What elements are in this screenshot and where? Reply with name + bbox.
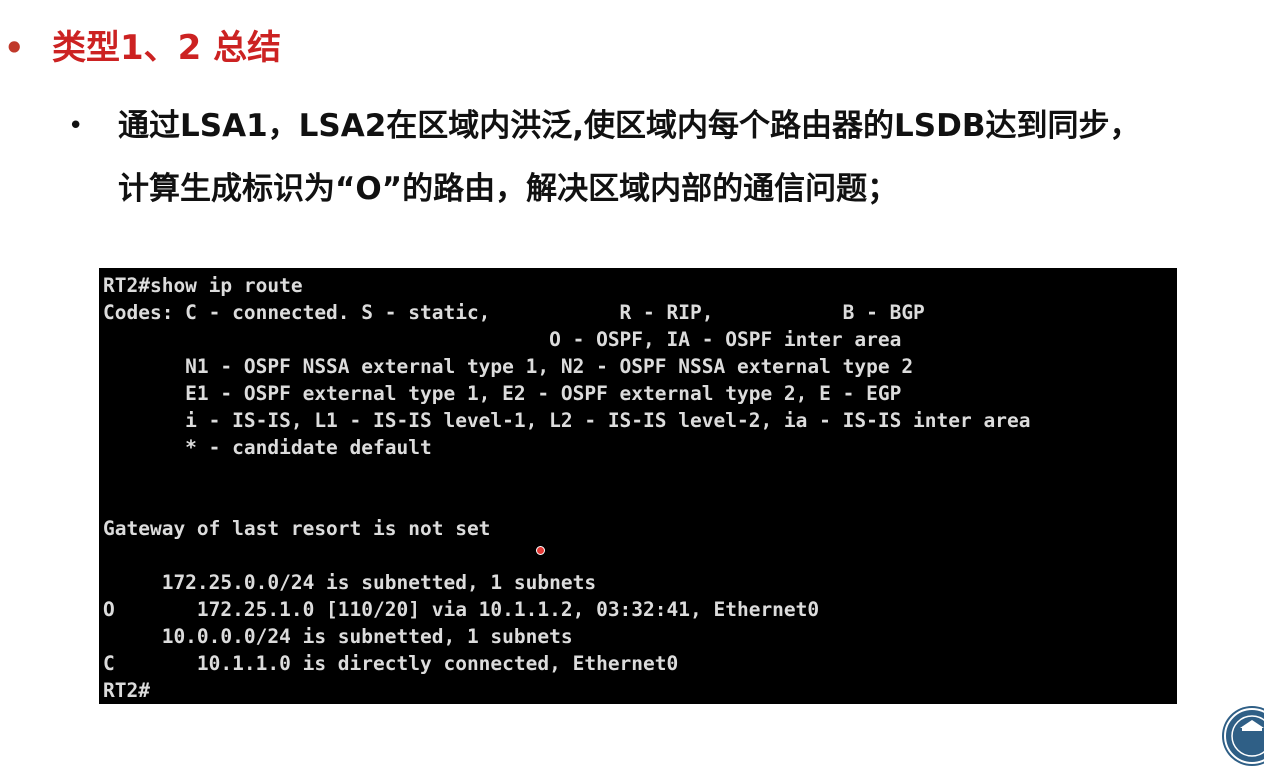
terminal-screenshot: RT2#show ip route Codes: C - connected. …	[99, 268, 1177, 704]
terminal-line: RT2#show ip route	[103, 274, 303, 297]
terminal-line: O 172.25.1.0 [110/20] via 10.1.1.2, 03:3…	[103, 598, 820, 621]
slide-title: 类型1、2 总结	[52, 28, 282, 68]
terminal-line: i - IS-IS, L1 - IS-IS level-1, L2 - IS-I…	[103, 409, 1031, 432]
terminal-line: Codes: C - connected. S - static, R - RI…	[103, 301, 925, 324]
university-logo-icon	[1222, 706, 1264, 766]
terminal-line: Gateway of last resort is not set	[103, 517, 491, 540]
terminal-line: * - candidate default	[103, 436, 432, 459]
terminal-line: 10.0.0.0/24 is subnetted, 1 subnets	[103, 625, 573, 648]
terminal-line: N1 - OSPF NSSA external type 1, N2 - OSP…	[103, 355, 914, 378]
point-line-2: 计算生成标识为“O”的路由，解决区域内部的通信问题；	[118, 171, 899, 207]
terminal-line: C 10.1.1.0 is directly connected, Ethern…	[103, 652, 679, 675]
terminal-line: RT2#	[103, 679, 150, 702]
slide: • 类型1、2 总结 • 通过LSA1，LSA2在区域内洪泛,使区域内每个路由器…	[0, 0, 1264, 766]
terminal-line: E1 - OSPF external type 1, E2 - OSPF ext…	[103, 382, 902, 405]
terminal-line: O - OSPF, IA - OSPF inter area	[103, 328, 902, 351]
terminal-line: 172.25.0.0/24 is subnetted, 1 subnets	[103, 571, 597, 594]
point-line-1: 通过LSA1，LSA2在区域内洪泛,使区域内每个路由器的LSDB达到同步，	[118, 108, 1141, 144]
terminal-output: RT2#show ip route Codes: C - connected. …	[103, 272, 1030, 704]
sub-bullet: •	[68, 111, 84, 141]
title-bullet: •	[4, 29, 25, 67]
pointer-dot-icon	[536, 546, 545, 555]
